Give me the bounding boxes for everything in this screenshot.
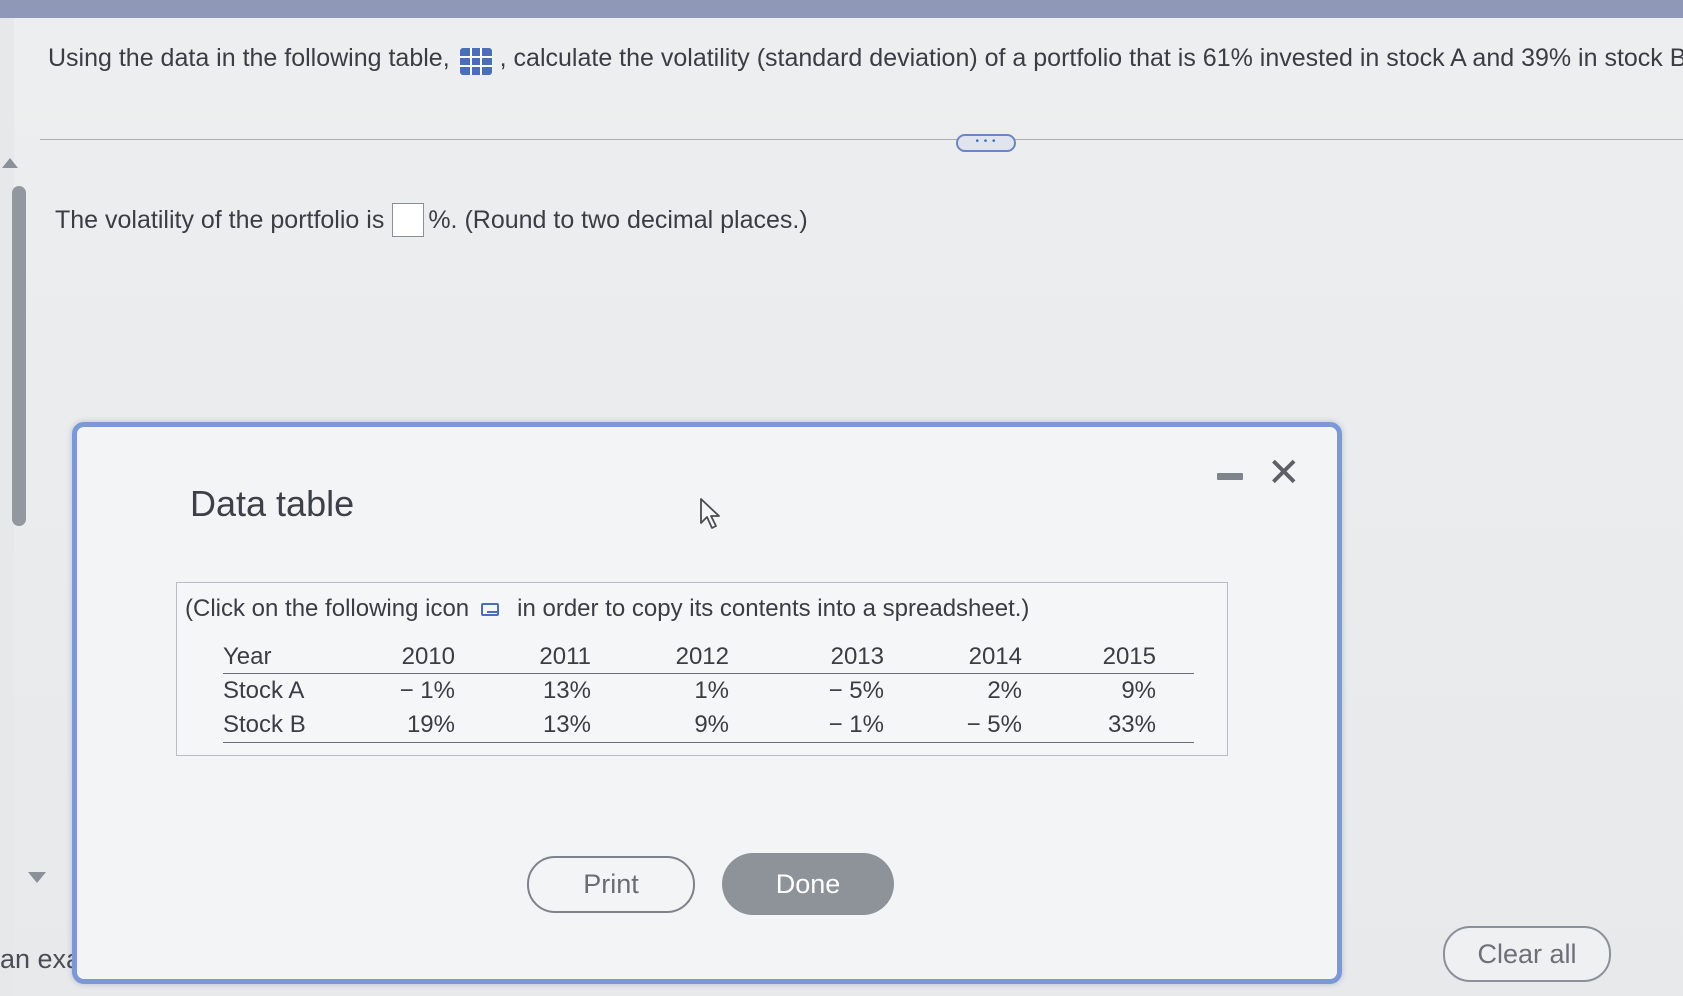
table-cell: − 1%	[399, 677, 455, 704]
table-cell: − 5%	[828, 677, 884, 704]
answer-line: The volatility of the portfolio is %. (R…	[55, 203, 808, 237]
question-part2: , calculate the volatility (standard dev…	[499, 44, 1683, 72]
data-table-icon[interactable]	[459, 48, 492, 75]
scroll-up-icon[interactable]	[2, 158, 18, 168]
question-part1: Using the data in the following table,	[48, 44, 450, 72]
table-cell: 13%	[542, 677, 591, 704]
print-button[interactable]: Print	[527, 856, 695, 913]
answer-input[interactable]	[392, 203, 425, 237]
minimize-icon[interactable]	[1217, 473, 1243, 480]
header-cell: 2014	[884, 641, 1022, 674]
header-cell: 2013	[729, 641, 884, 674]
data-table-dialog: Data table ✕ (Click on the following ico…	[72, 422, 1342, 984]
expand-more-button[interactable]: • • •	[956, 134, 1016, 152]
table-cell: − 5%	[884, 708, 1022, 743]
table-cell: 33%	[1022, 708, 1194, 743]
close-icon[interactable]: ✕	[1267, 453, 1301, 493]
header-cell: 2010	[371, 641, 455, 674]
returns-table: Year 2010 2011 2012 2013 2014 2015 Stock…	[223, 641, 1194, 743]
scroll-down-icon[interactable]	[28, 872, 46, 883]
table-cell: − 1%	[729, 708, 884, 743]
header-cell: 2015	[1022, 641, 1194, 674]
table-cell: 13%	[455, 708, 591, 743]
partial-background-text: an exa	[0, 944, 82, 974]
instruction-after: in order to copy its contents into a spr…	[517, 595, 1030, 622]
copy-to-spreadsheet-icon[interactable]	[481, 601, 501, 617]
header-cell: 2012	[591, 641, 729, 674]
divider	[40, 139, 1683, 140]
table-header-row: Year 2010 2011 2012 2013 2014 2015	[223, 641, 1194, 674]
table-cell: 9%	[1121, 677, 1156, 704]
table-row: Stock B 19% 13% 9% − 1% − 5% 33%	[223, 708, 1194, 743]
answer-suffix: %. (Round to two decimal places.)	[428, 205, 808, 234]
table-cell: Stock A	[223, 677, 305, 704]
header-cell: Year	[223, 641, 371, 674]
scrollbar-thumb[interactable]	[12, 186, 26, 526]
answer-prefix: The volatility of the portfolio is	[55, 205, 385, 234]
dialog-title: Data table	[190, 483, 355, 524]
data-table-panel: (Click on the following icon in order to…	[176, 582, 1228, 756]
top-bar	[0, 0, 1683, 18]
mouse-cursor-icon	[700, 498, 720, 529]
table-cell: 1%	[694, 677, 729, 704]
table-cell: 9%	[591, 708, 729, 743]
header-cell: 2011	[455, 641, 591, 674]
table-row: Stock A − 1% 13% 1% − 5% 2% 9%	[223, 674, 1194, 709]
table-cell: 2%	[987, 677, 1022, 704]
question-text: Using the data in the following table, ,…	[48, 44, 1683, 75]
instruction-before: (Click on the following icon	[185, 595, 470, 622]
clear-all-button[interactable]: Clear all	[1443, 926, 1611, 982]
table-cell: Stock B	[223, 708, 371, 743]
done-button[interactable]: Done	[722, 853, 894, 915]
table-cell: 19%	[371, 708, 455, 743]
copy-instruction: (Click on the following icon in order to…	[185, 595, 1029, 623]
